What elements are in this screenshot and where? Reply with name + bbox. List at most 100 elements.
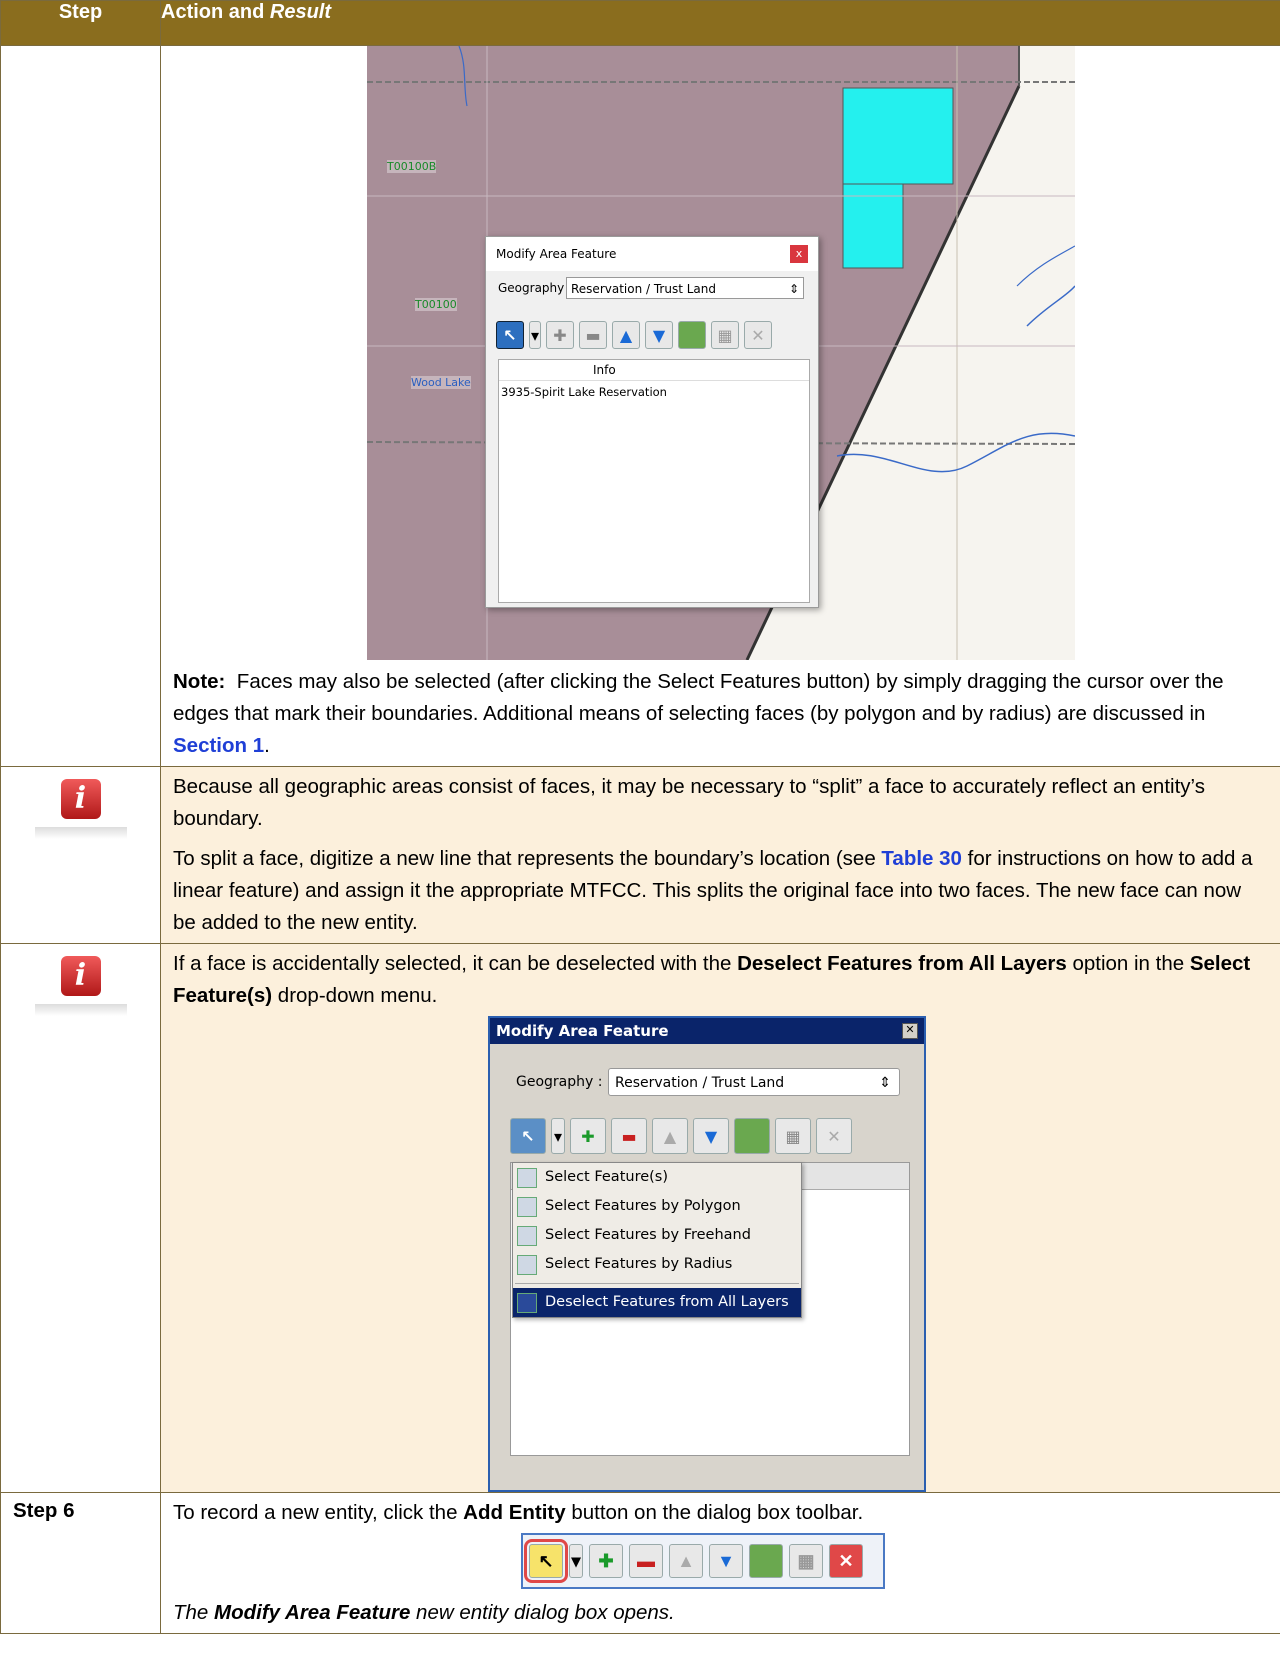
dialog-toolbar: ↖ ▾ ✚ ▬ ▲ ▼ ▦ ✕ [510,1118,852,1154]
remove-icon[interactable]: ▬ [579,321,607,349]
step-number: Step 6 [13,1499,75,1522]
delete-icon[interactable]: ✕ [816,1118,852,1154]
dialog-title: Modify Area Feature [486,237,818,271]
delete-icon[interactable]: ✕ [829,1544,863,1578]
note-end: . [264,734,270,757]
spinner-icon: ⇕ [788,282,799,296]
info-text: To split a face, digitize a new line tha… [173,847,882,870]
text: If a face is accidentally selected, it c… [173,952,738,975]
radius-icon [517,1254,537,1275]
info-paragraph-1: Because all geographic areas consist of … [173,775,1205,830]
header-step: Step [0,0,161,46]
menu-item-label: Select Features by Radius [545,1256,733,1272]
action-cell: T00100B T00100 Wood Lake Modify Area Fea… [160,45,1280,767]
info-icon-cell: i [0,766,161,944]
remove-icon[interactable]: ▬ [629,1544,663,1578]
text-bold: Modify Area Feature [214,1601,411,1624]
menu-item-label: Select Feature(s) [545,1169,669,1185]
text-bold: Deselect Features from All Layers [737,952,1067,975]
up-icon[interactable]: ▲ [612,321,640,349]
select-features-icon [517,1167,537,1188]
text: The [173,1601,215,1624]
add-entity-icon[interactable]: ↖ [524,1539,568,1583]
dialog-toolbar: ↖ ▾ ✚ ▬ ▲ ▼ ▦ ✕ [496,321,772,349]
list-item[interactable]: 3935-Spirit Lake Reservation [499,381,809,403]
map-icon[interactable] [734,1118,770,1154]
select-features-menu: Select Feature(s) Select Features by Pol… [512,1162,802,1318]
info-paragraph-2: To split a face, digitize a new line tha… [161,839,1280,943]
select-features-icon[interactable]: ↖ [510,1118,546,1154]
step6-instruction: To record a new entity, click the Add En… [161,1493,1280,1533]
delete-icon[interactable]: ✕ [744,321,772,349]
down-icon[interactable]: ▼ [645,321,673,349]
geography-value: Reservation / Trust Land [615,1075,785,1091]
menu-separator [515,1283,799,1284]
geography-value: Reservation / Trust Land [571,282,717,296]
grid-header-label: Info [593,363,616,377]
modify-area-feature-dialog: Modify Area Feature x Geography Reservat… [485,236,819,608]
section-link[interactable]: Section 1 [173,734,264,757]
note-paragraph: Note: Faces may also be selected (after … [161,660,1280,766]
action-cell: To record a new entity, click the Add En… [160,1492,1280,1634]
text: new entity dialog box opens. [410,1601,675,1624]
deselect-icon [517,1292,537,1313]
note-text: Faces may also be selected (after clicki… [173,670,1224,725]
remove-icon[interactable]: ▬ [611,1118,647,1154]
geography-label: Geography : [516,1074,603,1090]
table-row: Step 6 To record a new entity, click the… [0,1492,1280,1634]
menu-item-select-by-freehand[interactable]: Select Features by Freehand [513,1221,801,1250]
info-icon: i [34,952,127,1016]
step-cell-empty [0,45,161,767]
text-bold: Add Entity [463,1501,566,1524]
menu-item-select-by-polygon[interactable]: Select Features by Polygon [513,1192,801,1221]
up-icon[interactable]: ▲ [652,1118,688,1154]
steps-table: Step Action and Result T00100B T00100 Wo… [0,0,1280,1634]
table-header: Step Action and Result [0,0,1280,46]
spinner-icon: ⇕ [879,1075,891,1091]
geography-label: Geography [498,281,565,295]
menu-item-select-by-radius[interactable]: Select Features by Radius [513,1250,801,1279]
document-page: Step Action and Result T00100B T00100 Wo… [0,0,1280,1634]
menu-item-label: Deselect Features from All Layers [545,1294,789,1310]
add-icon[interactable]: ✚ [589,1544,623,1578]
add-icon[interactable]: ✚ [546,321,574,349]
polygon-icon [517,1196,537,1217]
chevron-down-icon[interactable]: ▾ [529,321,541,349]
close-icon[interactable]: x [790,245,808,263]
menu-item-deselect-all[interactable]: Deselect Features from All Layers [513,1288,801,1317]
text: drop-down menu. [272,984,438,1007]
info-grid: Info 3935-Spirit Lake Reservation [498,359,810,603]
map-icon[interactable] [678,321,706,349]
action-cell: Because all geographic areas consist of … [160,766,1280,944]
modify-area-feature-dialog-menu: Modify Area Feature ✕ Geography : Reserv… [488,1016,926,1492]
chevron-down-icon[interactable]: ▾ [569,1544,583,1578]
table-link[interactable]: Table 30 [881,847,962,870]
menu-item-select-features[interactable]: Select Feature(s) [513,1163,801,1192]
text: option in the [1066,952,1190,975]
map-icon[interactable] [749,1544,783,1578]
table-row: i Because all geographic areas consist o… [0,766,1280,944]
add-icon[interactable]: ✚ [570,1118,606,1154]
geography-select[interactable]: Reservation / Trust Land ⇕ [566,277,804,299]
table-row: T00100B T00100 Wood Lake Modify Area Fea… [0,45,1280,767]
step-cell: Step 6 [0,1492,161,1634]
chevron-down-icon[interactable]: ▾ [551,1118,565,1154]
down-icon[interactable]: ▼ [709,1544,743,1578]
table-icon[interactable]: ▦ [775,1118,811,1154]
note-label: Note: [173,670,226,693]
map-label-t00100: T00100 [415,298,457,311]
menu-item-label: Select Features by Freehand [545,1227,751,1243]
table-row: i If a face is accidentally selected, it… [0,943,1280,1493]
down-icon[interactable]: ▼ [693,1118,729,1154]
up-icon[interactable]: ▲ [669,1544,703,1578]
dialog-title: Modify Area Feature [490,1018,924,1044]
close-icon[interactable]: ✕ [902,1023,918,1039]
info-icon: i [34,775,127,839]
geography-select[interactable]: Reservation / Trust Land ⇕ [608,1068,900,1096]
table-icon[interactable]: ▦ [789,1544,823,1578]
table-icon[interactable]: ▦ [711,321,739,349]
toolbar-screenshot: ↖ ▾ ✚ ▬ ▲ ▼ ▦ ✕ [521,1533,885,1589]
select-features-icon[interactable]: ↖ [496,321,524,349]
map-label-t00100b: T00100B [387,160,437,173]
deselect-paragraph: If a face is accidentally selected, it c… [161,944,1280,1016]
